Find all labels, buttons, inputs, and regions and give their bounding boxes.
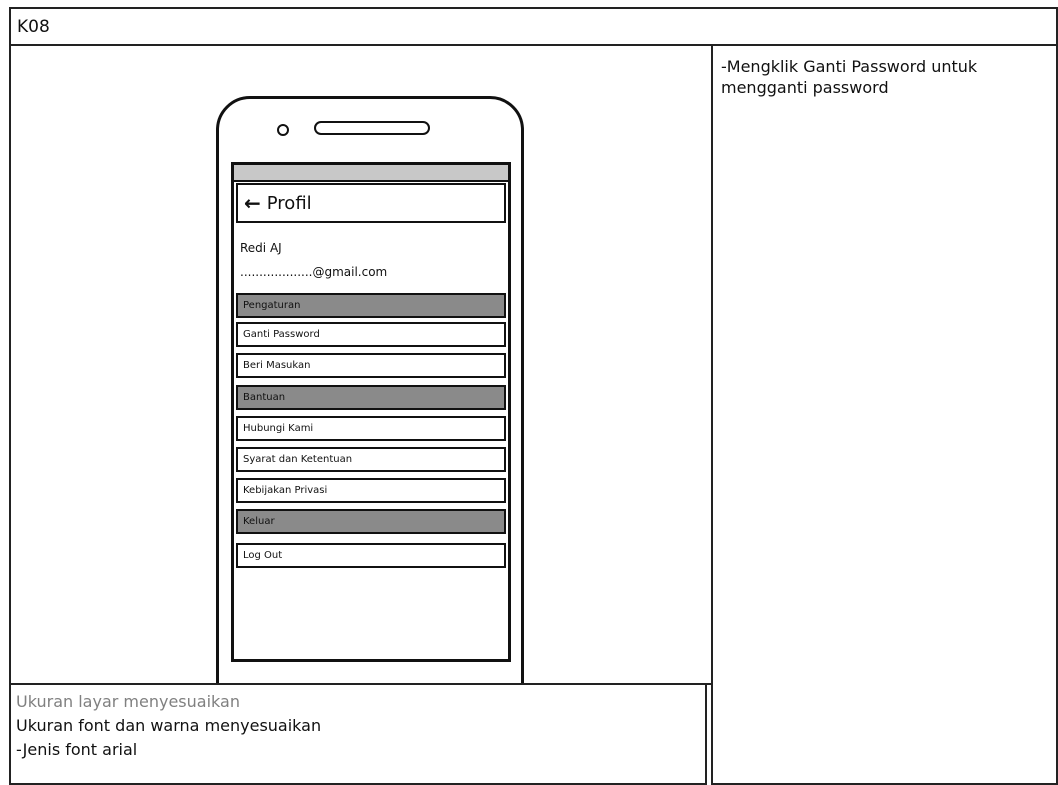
design-notes: Ukuran layar menyesuaikan Ukuran font da… — [9, 683, 707, 785]
menu-item-syarat-ketentuan[interactable]: Syarat dan Ketentuan — [236, 447, 506, 472]
menu-item-log-out[interactable]: Log Out — [236, 543, 506, 568]
speaker-icon — [314, 121, 430, 135]
section-header-pengaturan: Pengaturan — [236, 293, 506, 318]
annotation-panel: -Mengklik Ganti Password untuk mengganti… — [711, 44, 1058, 785]
user-name: Redi AJ — [240, 241, 282, 255]
menu-item-ganti-password[interactable]: Ganti Password — [236, 322, 506, 347]
note-font-color: Ukuran font dan warna menyesuaikan — [16, 716, 322, 735]
mockup-panel: ← Profil Redi AJ ...................@gma… — [9, 44, 713, 721]
title-bar: K08 — [9, 7, 1058, 46]
app-header: ← Profil — [236, 183, 506, 223]
phone-screen: ← Profil Redi AJ ...................@gma… — [231, 162, 511, 662]
section-header-bantuan: Bantuan — [236, 385, 506, 410]
status-bar — [234, 165, 508, 182]
menu-item-beri-masukan[interactable]: Beri Masukan — [236, 353, 506, 378]
page-title: Profil — [266, 192, 312, 214]
arrow-left-icon[interactable]: ← — [244, 193, 261, 213]
menu-item-kebijakan-privasi[interactable]: Kebijakan Privasi — [236, 478, 506, 503]
camera-icon — [277, 124, 289, 136]
menu-item-hubungi-kami[interactable]: Hubungi Kami — [236, 416, 506, 441]
phone-frame: ← Profil Redi AJ ...................@gma… — [216, 96, 524, 721]
section-header-keluar: Keluar — [236, 509, 506, 534]
note-font-type: -Jenis font arial — [16, 740, 138, 759]
note-screen-size: Ukuran layar menyesuaikan — [16, 692, 240, 711]
user-email: ...................@gmail.com — [240, 265, 388, 279]
window-title: K08 — [17, 17, 50, 37]
interaction-note: -Mengklik Ganti Password untuk mengganti… — [721, 57, 978, 97]
